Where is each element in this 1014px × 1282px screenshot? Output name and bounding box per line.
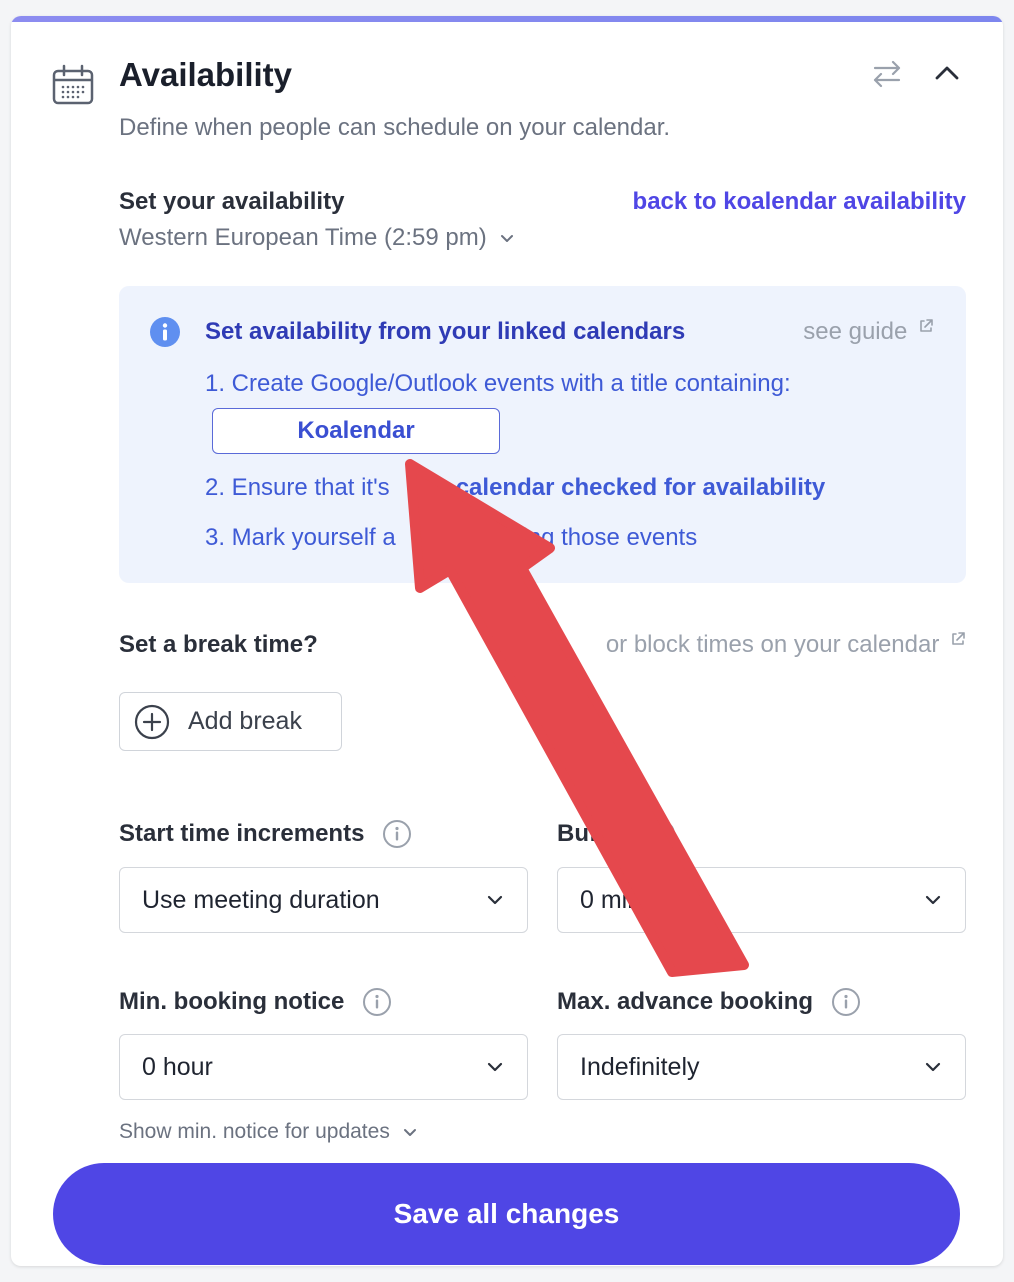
external-link-icon: [952, 632, 965, 645]
max-advance-label-row: Max. advance booking: [557, 987, 861, 1017]
buffer-value: 0 min: [580, 885, 642, 914]
save-all-changes-button[interactable]: Save all changes: [53, 1163, 960, 1265]
start-increments-label: Start time increments: [119, 820, 365, 847]
chevron-down-icon: [925, 1062, 941, 1072]
chevron-down-icon: [925, 895, 941, 905]
buffer-select[interactable]: 0 min: [557, 867, 966, 933]
timezone-selector[interactable]: Western European Time (2:59 pm): [119, 224, 515, 252]
block-times-link[interactable]: or block times on your calendar: [606, 631, 966, 659]
availability-card: Availability Define when people can sche…: [11, 16, 1003, 1266]
add-break-label: Add break: [188, 707, 302, 735]
start-increments-select[interactable]: Use meeting duration: [119, 867, 528, 933]
chevron-down-icon: [500, 235, 513, 242]
info-icon[interactable]: [362, 987, 392, 1017]
start-increments-value: Use meeting duration: [142, 885, 380, 914]
info-icon[interactable]: [382, 819, 412, 849]
min-notice-label: Min. booking notice: [119, 988, 345, 1015]
info-icon: [150, 317, 180, 347]
min-notice-label-row: Min. booking notice: [119, 987, 392, 1017]
start-increments-label-row: Start time increments: [119, 819, 412, 849]
info-icon[interactable]: [646, 819, 676, 849]
info-icon[interactable]: [831, 987, 861, 1017]
info-step-2: 2. Ensure that it's a calendar checked fo…: [205, 474, 825, 502]
section-subtitle: Define when people can schedule on your …: [119, 114, 671, 141]
keyword-pill[interactable]: Koalendar: [212, 408, 500, 454]
linked-calendars-info-box: Set availability from your linked calend…: [119, 286, 966, 583]
break-time-label: Set a break time?: [119, 631, 318, 658]
external-link-icon: [920, 319, 933, 332]
max-advance-value: Indefinitely: [580, 1052, 700, 1081]
block-times-text: or block times on your calendar: [605, 631, 940, 658]
max-advance-label: Max. advance booking: [557, 988, 814, 1015]
set-availability-label: Set your availability: [119, 188, 345, 215]
add-break-button[interactable]: Add break: [119, 692, 342, 751]
top-accent-bar: [11, 16, 1003, 22]
calendar-checked-link[interactable]: a calendar checked for availability: [436, 474, 826, 501]
info-step-1: 1. Create Google/Outlook events with a t…: [205, 370, 791, 397]
chevron-down-icon: [403, 1129, 416, 1136]
timezone-text: Western European Time (2:59 pm): [119, 224, 487, 251]
info-step-3-suffix: during those events: [487, 524, 698, 551]
show-min-notice-text: Show min. notice for updates: [119, 1120, 390, 1143]
min-notice-select[interactable]: 0 hour: [119, 1034, 528, 1100]
section-title: Availability: [119, 56, 293, 93]
plus-circle-icon: [134, 704, 170, 739]
calendar-icon: [52, 64, 94, 105]
back-to-koalendar-link[interactable]: back to koalendar availability: [633, 188, 966, 216]
max-advance-select[interactable]: Indefinitely: [557, 1034, 966, 1100]
info-step-3: 3. Mark yourself a during those events: [205, 524, 697, 552]
see-guide-text: see guide: [803, 318, 908, 345]
info-box-title: Set availability from your linked calend…: [205, 318, 686, 345]
chevron-down-icon: [487, 1062, 503, 1072]
chevron-up-icon[interactable]: [931, 58, 963, 90]
buffer-label: Buffer: [557, 820, 628, 847]
info-step-2-prefix: 2. Ensure that it's: [205, 474, 390, 501]
min-notice-value: 0 hour: [142, 1052, 213, 1081]
chevron-down-icon: [487, 895, 503, 905]
info-step-3-prefix: 3. Mark yourself a: [205, 524, 396, 551]
buffer-label-row: Buffer: [557, 819, 676, 849]
see-guide-link[interactable]: see guide: [803, 318, 934, 346]
swap-icon[interactable]: [869, 56, 905, 92]
show-min-notice-toggle[interactable]: Show min. notice for updates: [119, 1120, 418, 1144]
